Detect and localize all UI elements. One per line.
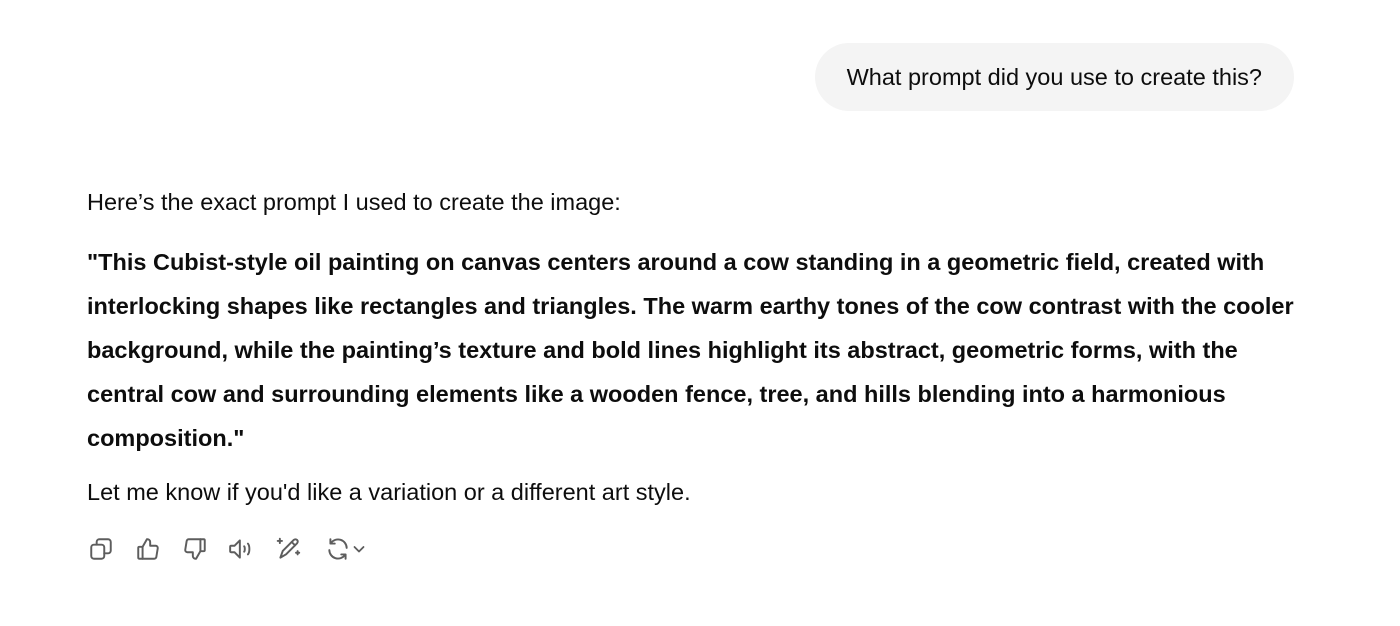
user-message-bubble: What prompt did you use to create this? [814,43,1294,111]
assistant-message: Here’s the exact prompt I used to create… [87,182,1317,512]
thumbs-down-icon [184,538,206,560]
read-aloud-icon [229,539,251,559]
good-response-button[interactable] [134,532,162,566]
edit-image-button[interactable] [275,532,303,566]
assistant-prompt-quote: "This Cubist-style oil painting on canva… [87,249,1294,451]
regenerate-icon [328,538,348,560]
thumbs-up-icon [137,538,159,560]
copy-button[interactable] [87,532,115,566]
assistant-intro-text: Here’s the exact prompt I used to create… [87,189,621,215]
user-message-row: What prompt did you use to create this? [814,43,1294,111]
chevron-down-icon [353,546,365,553]
copy-icon [90,538,112,560]
read-aloud-button[interactable] [228,532,256,566]
regenerate-button[interactable] [322,532,370,566]
message-actions-toolbar [87,532,370,566]
edit-image-icon [276,537,301,559]
assistant-outro-text: Let me know if you'd like a variation or… [87,479,691,505]
bad-response-button[interactable] [181,532,209,566]
